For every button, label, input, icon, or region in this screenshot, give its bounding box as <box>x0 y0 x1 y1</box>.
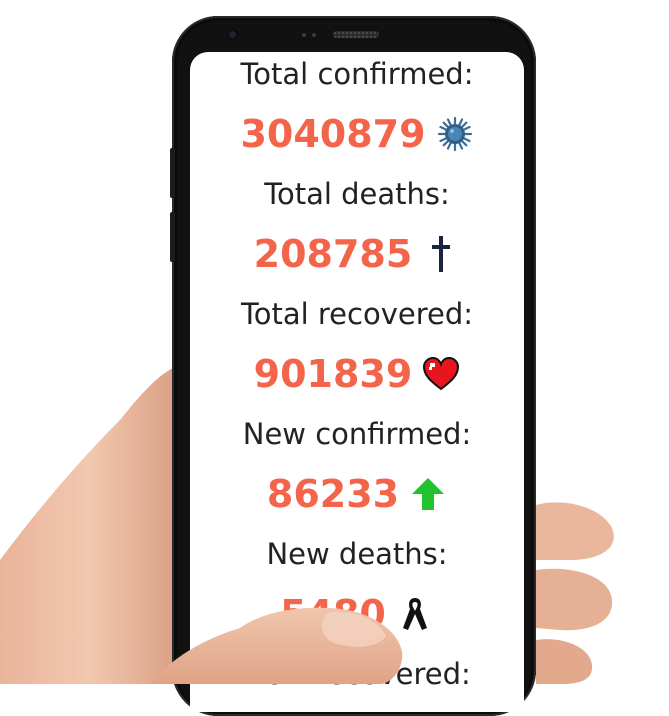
virus-icon <box>436 115 474 153</box>
stat-new-recovered: New recovered: <box>190 656 524 692</box>
stat-value: 901839 <box>253 352 413 396</box>
phone-volume-button <box>170 148 175 198</box>
stat-label: New deaths: <box>266 537 448 571</box>
phone-volume-button <box>170 212 175 262</box>
stat-label: New recovered: <box>243 657 471 691</box>
stat-value: 5480 <box>280 592 386 636</box>
stat-total-recovered: Total recovered: 901839 <box>190 296 524 416</box>
earpiece-speaker <box>333 31 379 38</box>
phone-mockup-scene: Total confirmed: 3040879 Total deaths: 2… <box>0 0 669 716</box>
stat-label: New confirmed: <box>242 417 472 451</box>
sensor <box>302 33 306 37</box>
sensor <box>312 33 316 37</box>
stat-new-deaths: New deaths: 5480 <box>190 536 524 656</box>
stat-label: Total recovered: <box>240 297 474 331</box>
front-camera <box>227 29 238 40</box>
stat-value: 3040879 <box>240 112 426 156</box>
stat-total-deaths: Total deaths: 208785 <box>190 176 524 296</box>
up-arrow-icon <box>409 475 447 513</box>
heart-icon <box>422 355 460 393</box>
stat-total-confirmed: Total confirmed: 3040879 <box>190 56 524 176</box>
stat-label: Total confirmed: <box>240 57 474 91</box>
phone-screen[interactable]: Total confirmed: 3040879 Total deaths: 2… <box>190 52 524 712</box>
stat-value: 208785 <box>253 232 413 276</box>
stat-value: 86233 <box>266 472 400 516</box>
stat-new-confirmed: New confirmed: 86233 <box>190 416 524 536</box>
stat-label: Total deaths: <box>264 177 450 211</box>
ribbon-icon <box>396 595 434 633</box>
cross-icon <box>422 235 460 273</box>
